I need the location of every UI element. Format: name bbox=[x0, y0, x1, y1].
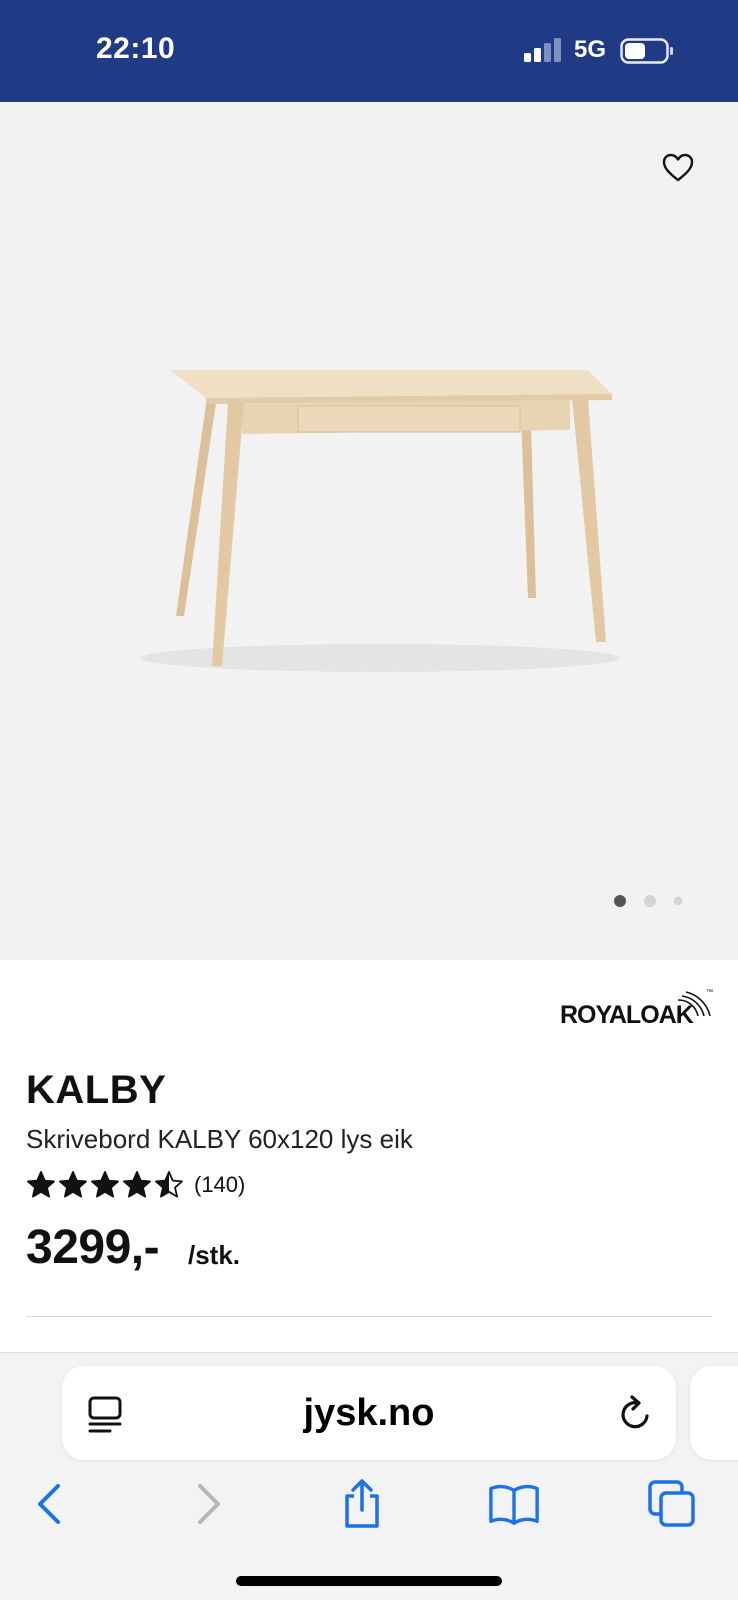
gallery-pagination[interactable] bbox=[612, 894, 692, 908]
price-unit: /stk. bbox=[188, 1240, 241, 1270]
star-half-icon bbox=[155, 1171, 183, 1198]
star-full-icon bbox=[123, 1171, 151, 1198]
battery-icon bbox=[620, 38, 673, 64]
svg-text:™: ™ bbox=[706, 989, 713, 996]
svg-text:ROYALOAK: ROYALOAK bbox=[560, 1001, 694, 1029]
product-rating[interactable]: (140) bbox=[26, 1168, 245, 1202]
star-full-icon bbox=[59, 1171, 87, 1198]
star-full-icon bbox=[27, 1171, 55, 1198]
product-name: KALBY bbox=[26, 1068, 167, 1112]
heart-outline-icon[interactable] bbox=[660, 150, 696, 186]
share-icon[interactable] bbox=[336, 1478, 388, 1530]
back-icon[interactable] bbox=[24, 1478, 76, 1530]
network-type: 5G bbox=[574, 36, 607, 63]
tabs-icon[interactable] bbox=[646, 1478, 698, 1530]
forward-icon[interactable] bbox=[182, 1478, 234, 1530]
url-text[interactable]: jysk.no bbox=[62, 1392, 676, 1435]
home-indicator bbox=[236, 1576, 502, 1586]
status-time: 22:10 bbox=[96, 32, 176, 65]
rating-stars bbox=[26, 1170, 184, 1200]
desk-product-image bbox=[140, 370, 620, 672]
signal-strength-icon bbox=[524, 38, 561, 62]
next-tab-preview[interactable] bbox=[690, 1366, 738, 1460]
product-description: Skrivebord KALBY 60x120 lys eik bbox=[26, 1124, 413, 1154]
product-price: 3299,- bbox=[26, 1221, 160, 1274]
divider bbox=[26, 1316, 712, 1317]
status-bar: 22:10 5G bbox=[0, 0, 738, 102]
brand-logo: ROYALOAK ™ bbox=[560, 986, 716, 1030]
rating-count: (140) bbox=[194, 1172, 246, 1197]
bookmarks-icon[interactable] bbox=[488, 1478, 540, 1530]
reload-icon[interactable] bbox=[616, 1394, 656, 1434]
star-full-icon bbox=[91, 1171, 119, 1198]
